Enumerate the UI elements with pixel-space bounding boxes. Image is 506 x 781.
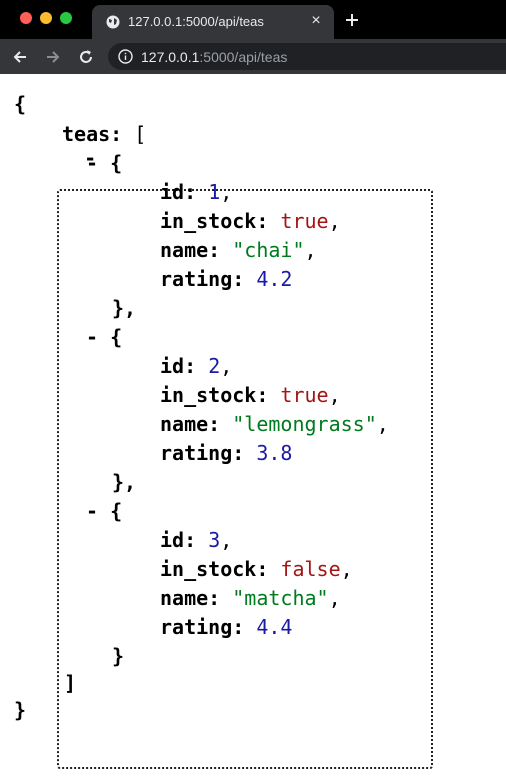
tab-close-icon[interactable]: × (308, 13, 324, 29)
browser-chrome: 127.0.0.1:5000/api/teas × 127.0.0.1:5000… (0, 0, 506, 74)
json-value-rating: 4.2 (256, 267, 293, 291)
json-value-in-stock: true (280, 383, 329, 407)
json-value-name: "lemongrass" (232, 412, 377, 436)
url-path: :5000/api/teas (199, 49, 288, 65)
collapse-toggle-item[interactable]: - (86, 499, 98, 523)
url-host: 127.0.0.1 (141, 49, 200, 65)
json-key-rating: rating (160, 441, 233, 465)
json-key-name: name (160, 238, 209, 262)
new-tab-icon[interactable] (344, 12, 360, 28)
address-bar[interactable]: 127.0.0.1:5000/api/teas (108, 43, 506, 70)
object-open-brace: { (110, 499, 123, 523)
object-close-brace: }, (112, 296, 137, 320)
json-value-name: "matcha" (232, 586, 329, 610)
browser-tab[interactable]: 127.0.0.1:5000/api/teas × (92, 5, 334, 39)
maximize-window-button[interactable] (60, 12, 72, 24)
json-value-id: 3 (208, 528, 221, 552)
root-open-brace: { (14, 92, 27, 116)
json-key-name: name (160, 586, 209, 610)
collapse-toggle-item[interactable]: - (86, 151, 98, 175)
tab-title: 127.0.0.1:5000/api/teas (128, 14, 264, 29)
back-arrow-icon[interactable] (11, 48, 29, 66)
url-text[interactable]: 127.0.0.1:5000/api/teas (141, 49, 287, 65)
root-close-brace: } (14, 698, 27, 722)
json-value-in-stock: false (280, 557, 341, 581)
json-value-name: "chai" (232, 238, 305, 262)
json-key-id: id (160, 180, 185, 204)
json-key-id: id (160, 354, 185, 378)
object-open-brace: { (110, 325, 123, 349)
json-value-id: 1 (208, 180, 221, 204)
json-value-in-stock: true (280, 209, 329, 233)
json-value-rating: 3.8 (256, 441, 293, 465)
array-close-bracket: ] (64, 671, 77, 695)
reload-icon[interactable] (77, 48, 95, 66)
json-key-rating: rating (160, 615, 233, 639)
object-open-brace: { (110, 151, 123, 175)
json-key-in-stock: in_stock (160, 383, 257, 407)
json-key-teas: teas (62, 122, 111, 146)
json-key-id: id (160, 528, 185, 552)
globe-icon (106, 15, 120, 29)
json-key-in-stock: in_stock (160, 557, 257, 581)
json-key-in-stock: in_stock (160, 209, 257, 233)
info-icon[interactable] (118, 49, 133, 64)
toolbar: 127.0.0.1:5000/api/teas (0, 39, 506, 74)
collapse-toggle-item[interactable]: - (86, 325, 98, 349)
minimize-window-button[interactable] (40, 12, 52, 24)
forward-arrow-icon[interactable] (44, 48, 62, 66)
json-value-id: 2 (208, 354, 221, 378)
json-value-rating: 4.4 (256, 615, 293, 639)
json-key-rating: rating (160, 267, 233, 291)
close-window-button[interactable] (20, 12, 32, 24)
array-open-bracket: [ (134, 122, 147, 146)
object-close-brace: }, (112, 470, 137, 494)
object-close-brace: } (112, 644, 125, 668)
json-key-name: name (160, 412, 209, 436)
